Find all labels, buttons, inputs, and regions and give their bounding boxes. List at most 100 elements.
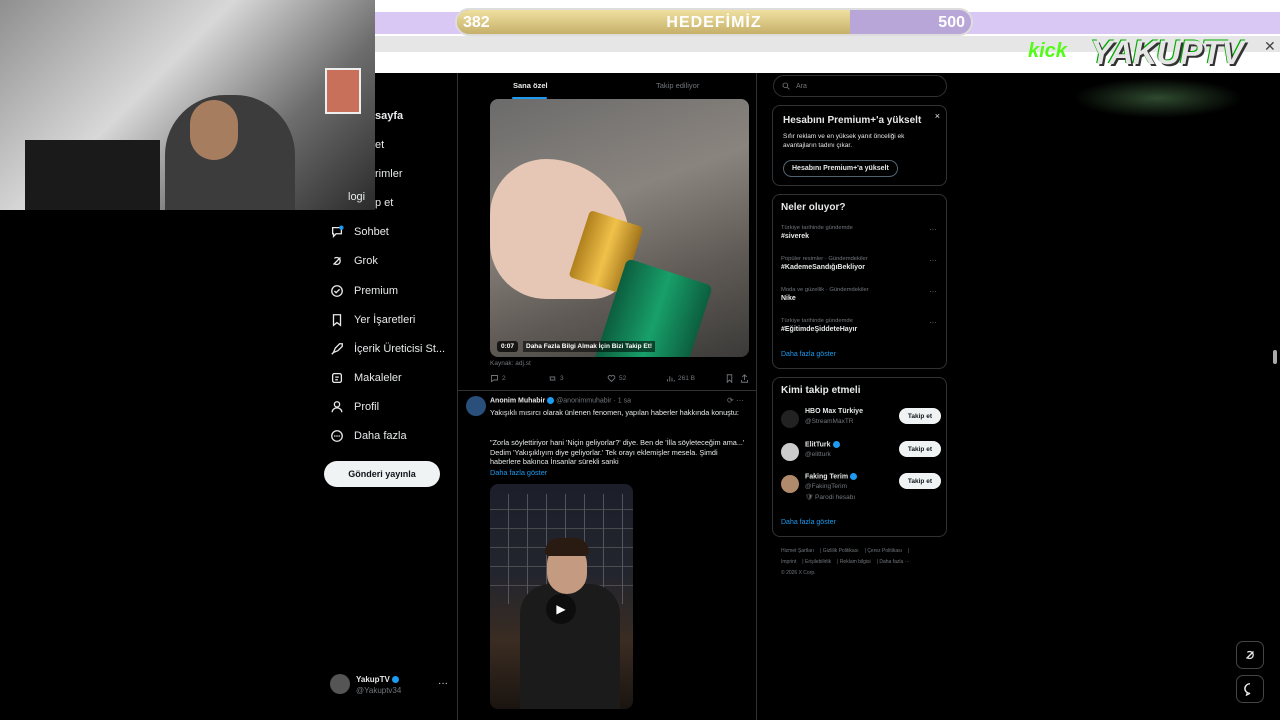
footer-link[interactable]: Hizmet Şartları: [781, 548, 814, 554]
sidebar-item-articles[interactable]: Makaleler: [330, 371, 402, 385]
retweet-count: 3: [560, 375, 564, 382]
grok-fab-button[interactable]: [1236, 641, 1264, 669]
sidebar-item-notifications[interactable]: rimler: [375, 168, 403, 180]
play-icon[interactable]: ▶: [546, 594, 576, 624]
follow-handle: @elitturk: [805, 451, 831, 458]
sidebar-item-grok[interactable]: Grok: [330, 254, 378, 268]
avatar[interactable]: [466, 396, 486, 416]
account-switcher[interactable]: YakupTV @Yakuptv34 ···: [330, 674, 450, 698]
tweet-video[interactable]: 0:07 Daha Fazla Bilgi Almak İçin Bizi Ta…: [490, 99, 749, 357]
close-icon[interactable]: ×: [935, 111, 940, 121]
account-more-icon[interactable]: ···: [438, 678, 448, 689]
follow-suggestion[interactable]: Faking Terim @FakingTerim 🛡 Parodi hesab…: [781, 473, 941, 501]
retweet-icon: [549, 376, 556, 381]
tweet-divider: [458, 390, 756, 391]
trend-name: #KademeSandığıBekliyor: [781, 264, 866, 271]
follow-button[interactable]: Takip et: [898, 408, 941, 424]
premium-description: Sıfır reklam ve en yüksek yanıt önceliği…: [783, 133, 905, 149]
views-icon: [667, 376, 675, 382]
search-input[interactable]: [794, 81, 938, 91]
sidebar-item-chat[interactable]: Sohbet: [330, 225, 389, 239]
tweet-source[interactable]: Kaynak: adj.st: [490, 360, 531, 367]
trend-more-icon[interactable]: ···: [929, 318, 937, 327]
follow-button[interactable]: Takip et: [898, 441, 941, 457]
views-button[interactable]: 261 B: [666, 374, 695, 383]
retweet-button[interactable]: 3: [548, 374, 564, 383]
sidebar-item-bookmarks[interactable]: Yer İşaretleri: [330, 313, 415, 327]
trend-item[interactable]: Moda ve güzellik · Gündemdekiler Nike ··…: [781, 287, 941, 302]
like-button[interactable]: 52: [607, 374, 626, 383]
video-caption: Daha Fazla Bilgi Almak İçin Bizi Takip E…: [523, 341, 656, 352]
tweet-more-icon[interactable]: ⟳ ···: [727, 396, 744, 405]
avatar: [781, 443, 799, 461]
trend-more-icon[interactable]: ···: [929, 225, 937, 234]
sidebar-item-premium[interactable]: Premium: [330, 284, 398, 298]
trend-more-icon[interactable]: ···: [929, 287, 937, 296]
footer-link[interactable]: Daha fazla ···: [879, 559, 909, 565]
video-duration: 0:07: [497, 341, 519, 352]
logo-glow: [1073, 78, 1243, 118]
sidebar-item-label: Grok: [354, 255, 378, 267]
trends-card: Neler oluyor? Türkiye tarihinde gündemde…: [772, 194, 947, 369]
webcam-head: [190, 100, 238, 160]
tab-for-you[interactable]: Sana özel: [513, 81, 548, 90]
premium-title: Hesabını Premium+'a yükselt: [783, 115, 922, 126]
verified-badge-icon: [850, 473, 858, 480]
follow-title: Kimi takip etmeli: [781, 385, 861, 396]
window-close-icon[interactable]: ✕: [1264, 38, 1276, 55]
post-button[interactable]: Gönderi yayınla: [324, 461, 440, 487]
footer-link[interactable]: Gizlilik Politikası: [823, 548, 859, 554]
sidebar-item-label: Makaleler: [354, 372, 402, 384]
sidebar-item-more[interactable]: Daha fazla: [330, 429, 407, 443]
follow-button[interactable]: Takip et: [898, 473, 941, 489]
sidebar-item-label: Yer İşaretleri: [354, 314, 416, 326]
premium-icon: [330, 284, 344, 298]
trend-item[interactable]: Popüler resimler · Gündemdekiler #Kademe…: [781, 256, 941, 271]
goal-target: 500: [938, 14, 965, 31]
yakuptv-logo: YAKUPTV: [1090, 34, 1244, 72]
avatar: [781, 410, 799, 428]
sidebar-item-follow[interactable]: p et: [375, 197, 393, 209]
sidebar-item-profile[interactable]: Profil: [330, 400, 379, 414]
follow-suggestion[interactable]: ElitTurk @elitturk Takip et: [781, 441, 941, 467]
account-name: YakupTV: [356, 675, 390, 684]
bookmark-button[interactable]: [725, 374, 734, 383]
search-box[interactable]: [773, 75, 947, 97]
trend-name: #siverek: [781, 233, 810, 240]
trend-more-icon[interactable]: ···: [929, 256, 937, 265]
follow-show-more-link[interactable]: Daha fazla göster: [781, 519, 836, 526]
messages-fab-button[interactable]: [1236, 675, 1264, 703]
trends-title: Neler oluyor?: [781, 202, 846, 213]
tweet-meta: @anonimmuhabir · 1 sa: [556, 397, 631, 405]
premium-card: Hesabını Premium+'a yükselt × Sıfır rekl…: [772, 105, 947, 186]
webcam-overlay-text: logi: [348, 191, 366, 203]
share-button[interactable]: [740, 374, 749, 383]
webcam-picture: [325, 68, 361, 114]
sidebar-item-home[interactable]: sayfa: [375, 110, 403, 122]
footer-link[interactable]: Çerez Politikası: [867, 548, 902, 554]
trend-item[interactable]: Türkiye tarihinde gündemde #EğitimdeŞidd…: [781, 318, 941, 333]
footer-link[interactable]: Reklam bilgisi: [840, 559, 871, 565]
show-more-link[interactable]: Daha fazla göster: [490, 468, 547, 477]
tweet-text-2: "Zorla söylettiriyor hani 'Niçin geliyor…: [490, 438, 745, 466]
scrollbar-thumb[interactable]: [1273, 350, 1277, 364]
trends-show-more-link[interactable]: Daha fazla göster: [781, 351, 836, 358]
tweet-video-2[interactable]: ▶: [490, 484, 633, 709]
footer-link[interactable]: Imprint: [781, 559, 796, 565]
webcam-feed: [0, 0, 375, 210]
article-icon: [330, 371, 344, 385]
like-count: 52: [619, 375, 627, 382]
trend-context: Türkiye tarihinde gündemde: [781, 225, 853, 231]
heart-icon: [607, 375, 616, 383]
premium-upgrade-button[interactable]: Hesabını Premium+'a yükselt: [783, 160, 898, 177]
tweet-author[interactable]: Anonim Muhabir: [490, 397, 545, 404]
trend-item[interactable]: Türkiye tarihinde gündemde #siverek ···: [781, 225, 941, 240]
sidebar-item-explore[interactable]: et: [375, 139, 384, 151]
tab-following[interactable]: Takip ediliyor: [656, 81, 699, 90]
follow-suggestion[interactable]: HBO Max Türkiye @StreamMaxTR Takip et: [781, 408, 941, 434]
grok-icon: [1246, 650, 1254, 660]
footer-link[interactable]: Erişilebilirlik: [805, 559, 831, 565]
sidebar-item-creator-studio[interactable]: İçerik Üreticisi St...: [330, 342, 445, 356]
reply-button[interactable]: 2: [490, 374, 506, 383]
sidebar-item-label: Daha fazla: [354, 430, 407, 442]
